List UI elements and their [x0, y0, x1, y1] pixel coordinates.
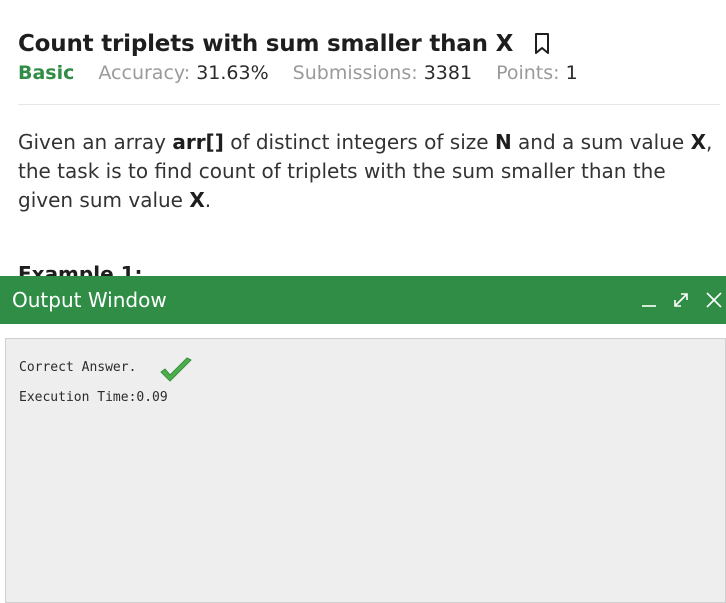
title-row: Count triplets with sum smaller than X	[18, 28, 720, 60]
output-window-title: Output Window	[12, 288, 167, 312]
expand-icon[interactable]	[668, 287, 694, 313]
minimize-icon[interactable]	[636, 287, 662, 313]
description-arr: arr[]	[172, 130, 224, 154]
problem-meta: Basic Accuracy: 31.63% Submissions: 3381…	[18, 62, 720, 105]
problem-page: Count triplets with sum smaller than X B…	[0, 0, 726, 603]
description-n: N	[494, 130, 512, 154]
points-value: 1	[565, 62, 578, 84]
points-label: Points:	[496, 62, 560, 84]
window-controls	[630, 286, 726, 314]
execution-time-text: Execution Time:0.09	[19, 390, 168, 405]
submissions-label: Submissions:	[292, 62, 418, 84]
output-window-titlebar: Output Window	[0, 276, 726, 324]
problem-header: Count triplets with sum smaller than X B…	[18, 28, 720, 105]
description-text: of distinct integers of size	[223, 130, 495, 154]
description-x: X	[690, 130, 706, 154]
checkmark-icon	[159, 356, 193, 386]
description-text: and a sum value	[511, 130, 691, 154]
submissions-value: 3381	[423, 62, 473, 84]
close-icon[interactable]	[700, 287, 726, 313]
bookmark-icon[interactable]	[533, 32, 551, 56]
output-window: Output Window Correct Answer. Execution …	[0, 276, 726, 603]
output-console: Correct Answer. Execution Time:0.09	[5, 338, 726, 603]
difficulty-badge: Basic	[18, 62, 75, 84]
accuracy-label: Accuracy:	[98, 62, 191, 84]
description-text: .	[204, 188, 212, 212]
problem-title: Count triplets with sum smaller than X	[18, 31, 514, 57]
description-text: Given an array	[18, 130, 173, 154]
accuracy-value: 31.63%	[196, 62, 269, 84]
problem-description: Given an array arr[] of distinct integer…	[18, 128, 722, 215]
description-x: X	[189, 188, 205, 212]
result-text: Correct Answer.	[19, 360, 137, 375]
